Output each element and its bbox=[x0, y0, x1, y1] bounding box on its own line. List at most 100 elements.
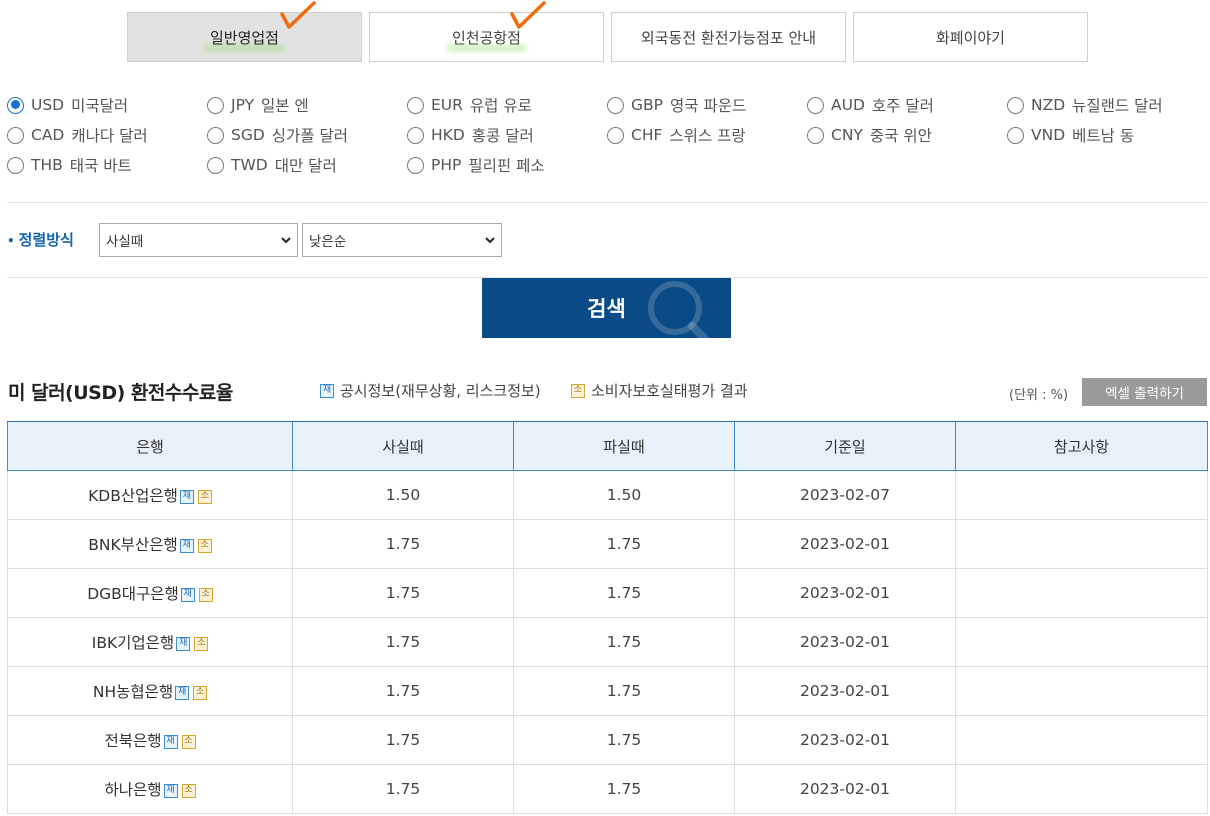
bank-name: BNK부산은행 bbox=[88, 536, 178, 554]
unit-label: (단위 : %) bbox=[1009, 388, 1069, 403]
tab-label: 화폐이야기 bbox=[935, 28, 1005, 47]
currency-radio-cad[interactable]: CAD 캐나다 달러 bbox=[7, 124, 207, 146]
buy-rate: 1.75 bbox=[292, 764, 514, 814]
radio-button[interactable] bbox=[1007, 126, 1024, 144]
bank-name: 전북은행 bbox=[104, 732, 162, 750]
currency-radio-nzd[interactable]: NZD 뉴질랜드 달러 bbox=[1007, 94, 1207, 116]
disclosure-badge-icon[interactable]: 재 bbox=[175, 685, 190, 700]
table-row: DGB대구은행 재 소 1.75 1.75 2023-02-01 bbox=[7, 568, 1208, 618]
consumer-badge-icon[interactable]: 소 bbox=[197, 538, 212, 553]
currency-row: USD 미국달러 JPY 일본 엔 EUR 유럽 유로 GBP 영국 파운드 AUD 호주… bbox=[7, 90, 1207, 120]
currency-radio-twd[interactable]: TWD 대만 달러 bbox=[207, 154, 407, 176]
base-date: 2023-02-01 bbox=[734, 568, 956, 618]
buy-rate: 1.75 bbox=[292, 519, 514, 569]
table-row: KDB산업은행 재 소 1.50 1.50 2023-02-07 bbox=[7, 470, 1208, 520]
currency-row: THB 태국 바트 TWD 대만 달러 PHP 필리핀 페소 bbox=[7, 150, 1207, 180]
check-mark-icon bbox=[510, 1, 546, 29]
currency-radio-usd[interactable]: USD 미국달러 bbox=[7, 94, 207, 116]
currency-radio-eur[interactable]: EUR 유럽 유로 bbox=[407, 94, 607, 116]
consumer-badge-icon[interactable]: 소 bbox=[194, 636, 209, 651]
tab-label: 일반영업점 bbox=[203, 27, 285, 52]
sort-field-value: 사실때 bbox=[106, 234, 144, 250]
sell-rate: 1.75 bbox=[513, 519, 735, 569]
chevron-down-icon bbox=[281, 237, 291, 244]
chevron-down-icon bbox=[485, 237, 495, 244]
currency-radio-jpy[interactable]: JPY 일본 엔 bbox=[207, 94, 407, 116]
excel-export-button[interactable]: 엑셀 출력하기 bbox=[1082, 378, 1207, 406]
magnifier-icon bbox=[648, 281, 710, 338]
radio-button[interactable] bbox=[807, 126, 824, 144]
sell-rate: 1.50 bbox=[513, 470, 735, 520]
sort-label: • 정렬방식 bbox=[7, 231, 74, 249]
currency-radio-aud[interactable]: AUD 호주 달러 bbox=[807, 94, 1007, 116]
table-row: 전북은행 재 소 1.75 1.75 2023-02-01 bbox=[7, 715, 1208, 765]
bank-cell: KDB산업은행 재 소 bbox=[7, 470, 293, 520]
note bbox=[955, 470, 1208, 520]
tab-foreign-coin-guide[interactable]: 외국동전 환전가능점포 안내 bbox=[611, 12, 846, 62]
note bbox=[955, 764, 1208, 814]
disclosure-badge-icon[interactable]: 재 bbox=[180, 587, 195, 602]
table-row: 하나은행 재 소 1.75 1.75 2023-02-01 bbox=[7, 764, 1208, 814]
consumer-badge-icon[interactable]: 소 bbox=[197, 489, 212, 504]
currency-radio-thb[interactable]: THB 태국 바트 bbox=[7, 154, 207, 176]
currency-radio-vnd[interactable]: VND 베트남 동 bbox=[1007, 124, 1207, 146]
radio-button[interactable] bbox=[207, 96, 224, 114]
tab-currency-story[interactable]: 화폐이야기 bbox=[853, 12, 1088, 62]
radio-button[interactable] bbox=[7, 96, 24, 114]
radio-button[interactable] bbox=[7, 126, 24, 144]
radio-button[interactable] bbox=[1007, 96, 1024, 114]
section-title: 미 달러(USD) 환전수수료율 bbox=[8, 382, 233, 404]
table-header-row: 은행 사실때 파실때 기준일 참고사항 bbox=[7, 421, 1208, 471]
header-note: 참고사항 bbox=[955, 421, 1208, 471]
tab-incheon-airport[interactable]: 인천공항점 bbox=[369, 12, 604, 62]
currency-radio-hkd[interactable]: HKD 홍콩 달러 bbox=[407, 124, 607, 146]
radio-button[interactable] bbox=[207, 156, 224, 174]
divider bbox=[7, 202, 1207, 203]
note bbox=[955, 666, 1208, 716]
currency-radio-chf[interactable]: CHF 스위스 프랑 bbox=[607, 124, 807, 146]
consumer-badge-icon: 소 bbox=[571, 383, 585, 398]
currency-radio-sgd[interactable]: SGD 싱가폴 달러 bbox=[207, 124, 407, 146]
branch-tabs: 일반영업점 인천공항점 외국동전 환전가능점포 안내 화폐이야기 bbox=[127, 12, 1088, 62]
sort-field-select[interactable]: 사실때 bbox=[99, 223, 298, 257]
legend-consumer[interactable]: 소 소비자보호실태평가 결과 bbox=[571, 380, 748, 401]
disclosure-badge-icon[interactable]: 재 bbox=[163, 734, 178, 749]
check-mark-icon bbox=[280, 1, 316, 29]
radio-button[interactable] bbox=[7, 156, 24, 174]
radio-button[interactable] bbox=[207, 126, 224, 144]
currency-radio-php[interactable]: PHP 필리핀 페소 bbox=[407, 154, 607, 176]
consumer-badge-icon[interactable]: 소 bbox=[181, 783, 196, 798]
bank-cell: DGB대구은행 재 소 bbox=[7, 568, 293, 618]
currency-radio-cny[interactable]: CNY 중국 위안 bbox=[807, 124, 1007, 146]
search-label: 검색 bbox=[587, 297, 626, 321]
radio-button[interactable] bbox=[607, 96, 624, 114]
bank-name: 하나은행 bbox=[104, 781, 162, 799]
buy-rate: 1.50 bbox=[292, 470, 514, 520]
radio-button[interactable] bbox=[407, 96, 424, 114]
legend-disclosure[interactable]: 재 공시정보(재무상황, 리스크정보) bbox=[320, 380, 541, 401]
radio-button[interactable] bbox=[407, 156, 424, 174]
note bbox=[955, 715, 1208, 765]
disclosure-badge-icon[interactable]: 재 bbox=[179, 489, 194, 504]
bank-name: NH농협은행 bbox=[92, 683, 174, 701]
legend-disclosure-label: 공시정보(재무상황, 리스크정보) bbox=[340, 382, 541, 400]
sell-rate: 1.75 bbox=[513, 666, 735, 716]
disclosure-badge-icon[interactable]: 재 bbox=[176, 636, 191, 651]
bank-name: IBK기업은행 bbox=[91, 634, 175, 652]
disclosure-badge-icon[interactable]: 재 bbox=[163, 783, 178, 798]
tab-general-branch[interactable]: 일반영업점 bbox=[127, 12, 362, 62]
consumer-badge-icon[interactable]: 소 bbox=[181, 734, 196, 749]
radio-button[interactable] bbox=[807, 96, 824, 114]
sort-order-select[interactable]: 낮은순 bbox=[302, 223, 502, 257]
header-date: 기준일 bbox=[734, 421, 956, 471]
currency-radio-gbp[interactable]: GBP 영국 파운드 bbox=[607, 94, 807, 116]
note bbox=[955, 568, 1208, 618]
table-row: NH농협은행 재 소 1.75 1.75 2023-02-01 bbox=[7, 666, 1208, 716]
disclosure-badge-icon[interactable]: 재 bbox=[179, 538, 194, 553]
consumer-badge-icon[interactable]: 소 bbox=[198, 587, 213, 602]
radio-button[interactable] bbox=[607, 126, 624, 144]
radio-button[interactable] bbox=[407, 126, 424, 144]
search-button[interactable]: 검색 bbox=[482, 278, 731, 338]
sell-rate: 1.75 bbox=[513, 617, 735, 667]
consumer-badge-icon[interactable]: 소 bbox=[193, 685, 208, 700]
